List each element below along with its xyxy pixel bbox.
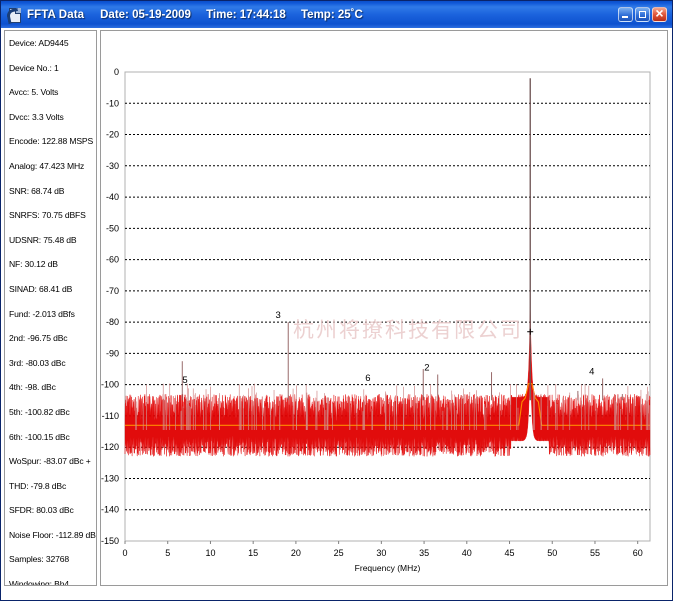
client-area: Device: AD9445 Device No.: 1 Avcc: 5. Volt…	[1, 28, 672, 600]
svg-text:-60: -60	[106, 255, 119, 265]
fft-analyzer-window: FFTA Data Date: 05-19-2009 Time: 17:44:1…	[0, 0, 673, 601]
svg-text:25: 25	[334, 548, 344, 558]
svg-text:-140: -140	[101, 505, 119, 515]
param-row: Noise Floor: -112.89 dBFS	[9, 529, 97, 540]
bottom-strip	[1, 596, 672, 600]
minimize-button[interactable]	[618, 7, 633, 22]
param-row: WoSpur: -83.07 dBc +	[9, 456, 91, 467]
spectrum-plot-panel[interactable]: 0 -10 -20 -30 -40 -50 -60 -70 -80 -90 -100 -110 -120…	[100, 30, 668, 586]
param-row: Avcc: 5. Volts	[9, 87, 59, 98]
chart-marker-2: 2	[424, 363, 429, 374]
time-label: Time: 17:44:18	[206, 8, 286, 21]
svg-text:0: 0	[114, 67, 119, 77]
param-row: Encode: 122.88 MSPS	[9, 136, 94, 147]
param-row: Analog: 47.423 MHz	[9, 160, 85, 171]
date-label: Date: 05-19-2009	[100, 8, 191, 21]
param-row: 2nd: -96.75 dBc	[9, 333, 68, 344]
svg-text:35: 35	[419, 548, 429, 558]
svg-text:60: 60	[633, 548, 643, 558]
svg-text:-130: -130	[101, 473, 119, 483]
svg-text:55: 55	[590, 548, 600, 558]
svg-text:20: 20	[291, 548, 301, 558]
param-row: SINAD: 68.41 dB	[9, 283, 73, 294]
chart-marker-4: 4	[589, 366, 594, 377]
param-row: Device No.: 1	[9, 62, 59, 73]
param-row: 5th: -100.82 dBc	[9, 406, 70, 417]
svg-text:-90: -90	[106, 348, 119, 358]
svg-text:Frequency (MHz): Frequency (MHz)	[355, 563, 421, 573]
svg-text:-70: -70	[106, 286, 119, 296]
param-row: Windowing: Bh4	[9, 579, 69, 586]
close-button[interactable]	[652, 6, 667, 22]
title-bar[interactable]: FFTA Data Date: 05-19-2009 Time: 17:44:1…	[1, 1, 672, 28]
chart-marker-3: 3	[276, 310, 281, 321]
fft-spectrum-chart: 0 -10 -20 -30 -40 -50 -60 -70 -80 -90 -100 -110 -120…	[101, 67, 651, 573]
svg-text:-40: -40	[106, 192, 119, 202]
svg-text:-50: -50	[106, 223, 119, 233]
svg-text:40: 40	[462, 548, 472, 558]
svg-text:-100: -100	[101, 380, 119, 390]
temp-label: Temp: 25˚C	[301, 8, 363, 21]
svg-text:-20: -20	[106, 130, 119, 140]
svg-text:-110: -110	[102, 411, 119, 421]
param-row: SNRFS: 70.75 dBFS	[9, 210, 86, 221]
parameters-panel: Device: AD9445 Device No.: 1 Avcc: 5. Volt…	[4, 30, 97, 586]
window-title: FFTA Data	[27, 8, 85, 21]
param-row: Samples: 32768	[9, 554, 70, 565]
param-row: Dvcc: 3.3 Volts	[9, 111, 64, 122]
param-row: NF: 30.12 dB	[9, 259, 58, 270]
svg-text:5: 5	[165, 548, 170, 558]
param-row: THD: -79.8 dBc	[9, 480, 67, 491]
svg-text:30: 30	[376, 548, 386, 558]
svg-text:45: 45	[505, 548, 515, 558]
svg-text:-80: -80	[106, 317, 119, 327]
maximize-button[interactable]	[635, 7, 650, 22]
svg-text:0: 0	[122, 548, 127, 558]
param-row: 6th: -100.15 dBc	[9, 431, 70, 442]
window-controls	[618, 6, 667, 22]
param-row: Device: AD9445	[9, 38, 69, 48]
svg-text:50: 50	[547, 548, 557, 558]
svg-text:-120: -120	[101, 442, 119, 452]
param-row: UDSNR: 75.48 dB	[9, 234, 77, 245]
svg-text:-10: -10	[106, 98, 119, 108]
svg-text:10: 10	[205, 548, 215, 558]
svg-text:-30: -30	[106, 161, 119, 171]
param-row: 3rd: -80.03 dBc	[9, 357, 66, 368]
titlebar-metadata: Date: 05-19-2009 Time: 17:44:18 Temp: 25…	[100, 9, 375, 21]
svg-text:-150: -150	[101, 536, 119, 546]
param-row: SNR: 68.74 dB	[9, 185, 65, 196]
app-icon	[5, 7, 22, 25]
chart-marker-6: 6	[365, 373, 370, 384]
param-row: Fund: -2.013 dBfs	[9, 308, 75, 319]
param-row: 4th: -98. dBc	[9, 382, 56, 393]
param-row: SFDR: 80.03 dBc	[9, 505, 74, 516]
svg-text:15: 15	[248, 548, 258, 558]
chart-marker-5: 5	[182, 375, 187, 386]
